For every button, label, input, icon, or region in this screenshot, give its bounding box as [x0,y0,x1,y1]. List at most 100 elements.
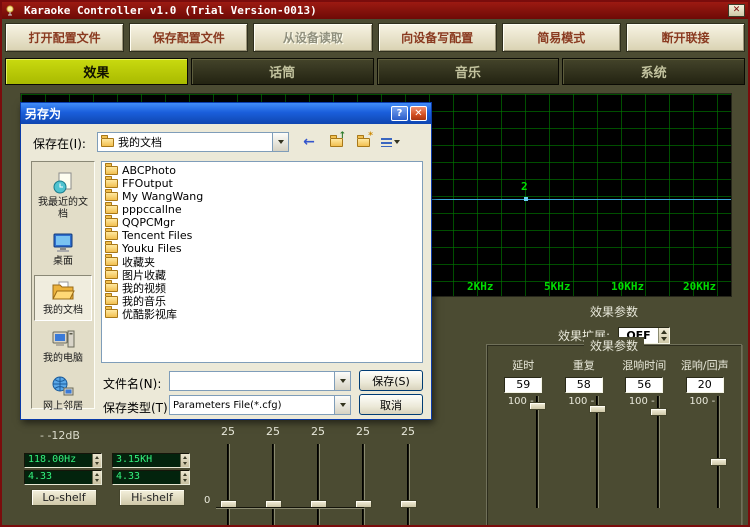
param-value-box[interactable]: 56 [625,377,664,393]
lo-shelf-freq-field[interactable]: 118.00Hz [24,453,102,468]
slider-handle[interactable] [710,458,728,466]
scale-label: 100 - [689,396,716,407]
band-slider-track[interactable] [354,444,372,525]
window-close-button[interactable]: ✕ [728,4,745,17]
file-item[interactable]: pppccallne [102,202,422,216]
spin-down-button[interactable] [659,336,669,344]
place-my-documents[interactable]: 我的文档 [34,274,92,321]
tab-microphone[interactable]: 话筒 [190,58,374,85]
eq-curve-point[interactable] [524,197,528,201]
tab-music[interactable]: 音乐 [376,58,560,85]
param-value-box[interactable]: 20 [685,377,724,393]
filename-input[interactable] [170,372,334,390]
file-name: FFOutput [122,177,173,190]
place-label: 我的电脑 [43,353,83,364]
effect-params-group-title: 效果参数 [583,337,645,354]
param-value-box[interactable]: 59 [504,377,543,393]
slider-handle[interactable] [589,405,607,413]
hi-shelf-button[interactable]: Hi-shelf [119,489,185,506]
new-folder-icon[interactable]: * [353,131,373,151]
spin-up-button[interactable] [659,328,669,336]
toolbar: 打开配置文件 保存配置文件 从设备读取 向设备写配置 简易模式 断开联接 [2,19,748,56]
place-network[interactable]: 网上邻居 [34,372,92,417]
up-one-level-icon[interactable]: ↑ [326,131,346,151]
save-in-value: 我的文档 [118,136,162,149]
hi-shelf-gain-field[interactable]: 4.33 [112,470,190,485]
simple-mode-button[interactable]: 简易模式 [501,23,621,52]
back-icon[interactable]: ← [299,133,319,151]
slider-track[interactable] [528,396,546,508]
open-config-button[interactable]: 打开配置文件 [5,23,125,52]
filetype-dropdown-button[interactable] [334,396,350,414]
file-name: Tencent Files [122,229,193,242]
band-value: 25 [221,425,235,438]
slider-track[interactable] [649,396,667,508]
hi-shelf-freq-field[interactable]: 3.15KH [112,453,190,468]
dialog-title: 另存为 [25,107,62,121]
file-list: ABCPhoto FFOutput My WangWang pppccallne… [101,161,423,363]
band-slider-track[interactable] [399,444,417,525]
band-slider-track[interactable] [264,444,282,525]
param-value-box[interactable]: 58 [564,377,603,393]
places-bar: 我最近的文档 桌面 我的文档 我的电脑 网上邻居 [31,161,95,412]
band-col: 25 [345,425,381,525]
slider-track[interactable] [710,396,728,508]
window-title: Karaoke Controller v1.0 [24,4,177,17]
filename-dropdown-button[interactable] [334,372,350,390]
param-slider: 100 - [675,396,736,508]
param-label: 重复 [572,359,595,372]
read-device-button[interactable]: 从设备读取 [253,23,373,52]
band-slider-track[interactable] [219,444,237,525]
folder-icon [105,228,118,240]
folder-icon [105,202,118,214]
window-subtitle: (Trial Version-0013) [184,4,317,17]
scale-label: 100 - [507,396,534,407]
file-item[interactable]: 优酷影视库 [102,306,422,321]
save-in-dropdown-button[interactable] [272,133,288,151]
save-config-button[interactable]: 保存配置文件 [129,23,249,52]
dialog-title-bar[interactable]: 另存为 ? ✕ [21,103,431,124]
mini-spinner[interactable] [180,454,189,467]
cancel-button[interactable]: 取消 [359,394,423,415]
save-in-value-area: 我的文档 [98,133,272,151]
chevron-down-icon [393,140,400,144]
save-in-combobox[interactable]: 我的文档 [97,132,289,152]
band-value: 25 [266,425,280,438]
band-slider-track[interactable] [309,444,327,525]
view-menu-icon[interactable] [380,133,400,151]
triangle-down-icon [661,337,668,342]
disconnect-button[interactable]: 断开联接 [625,23,746,52]
file-item[interactable]: FFOutput [102,176,422,190]
band-value: 25 [311,425,325,438]
band-slider-handle[interactable] [399,500,417,508]
band-value: 25 [356,425,370,438]
mini-spinner[interactable] [92,471,101,484]
mini-spinner[interactable] [180,471,189,484]
slider-handle[interactable] [649,408,667,416]
file-name: My WangWang [122,190,204,203]
file-item[interactable]: ABCPhoto [102,163,422,177]
folder-icon [105,176,118,188]
file-item[interactable]: QQPCMgr [102,215,422,229]
tab-effects[interactable]: 效果 [5,58,188,85]
place-recent-documents[interactable]: 我最近的文档 [34,168,92,224]
mini-spinner[interactable] [92,454,101,467]
file-item[interactable]: My WangWang [102,189,422,203]
place-my-computer[interactable]: 我的电脑 [34,324,92,369]
triangle-down-icon [183,462,187,465]
write-device-button[interactable]: 向设备写配置 [377,23,497,52]
place-desktop[interactable]: 桌面 [34,227,92,272]
place-label: 我最近的文档 [38,197,88,220]
slider-handle[interactable] [528,402,546,410]
save-button[interactable]: 保存(S) [359,370,423,391]
file-item[interactable]: Tencent Files [102,228,422,242]
dialog-close-button[interactable]: ✕ [410,106,427,121]
tab-system[interactable]: 系统 [562,58,745,85]
dialog-help-button[interactable]: ? [391,106,408,121]
lo-shelf-button[interactable]: Lo-shelf [31,489,97,506]
freq-label-5khz: 5KHz [544,280,571,293]
slider-track[interactable] [589,396,607,508]
param-label: 延时 [512,359,535,372]
filetype-combobox[interactable]: Parameters File(*.cfg) [169,395,351,415]
lo-shelf-gain-field[interactable]: 4.33 [24,470,102,485]
